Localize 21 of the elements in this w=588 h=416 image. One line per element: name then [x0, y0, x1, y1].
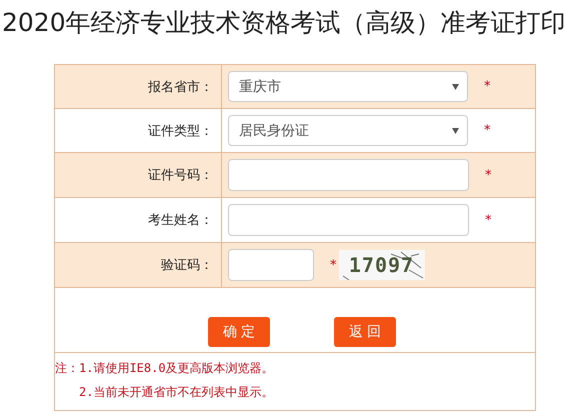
field-label: 证件类型：	[148, 122, 213, 140]
caret-icon	[452, 128, 459, 134]
field-label: 考生姓名：	[148, 212, 213, 229]
field-label: 报名省市：	[148, 78, 213, 96]
input-field[interactable]	[228, 159, 469, 191]
required-mark: *	[484, 123, 490, 138]
dropdown[interactable]: 重庆市	[228, 71, 468, 102]
required-mark: *	[485, 212, 492, 228]
field-label: 验证码：	[161, 257, 213, 274]
captcha-image: 17097	[338, 250, 424, 280]
note-text: 2.当前未开通省市不在列表中显示。	[79, 385, 274, 399]
required-mark: *	[484, 79, 490, 94]
input-field[interactable]	[228, 249, 314, 281]
page-title: 2020年经济专业技术资格考试（高级）准考证打印	[2, 7, 566, 39]
dropdown[interactable]: 居民身份证	[228, 115, 468, 146]
note-text: 注：1.请使用IE8.0及更高版本浏览器。	[55, 361, 274, 375]
input-field[interactable]	[228, 204, 469, 236]
caret-icon	[452, 84, 459, 90]
required-mark: *	[485, 168, 492, 182]
required-mark: *	[330, 258, 336, 272]
field-label: 证件号码：	[148, 167, 213, 184]
